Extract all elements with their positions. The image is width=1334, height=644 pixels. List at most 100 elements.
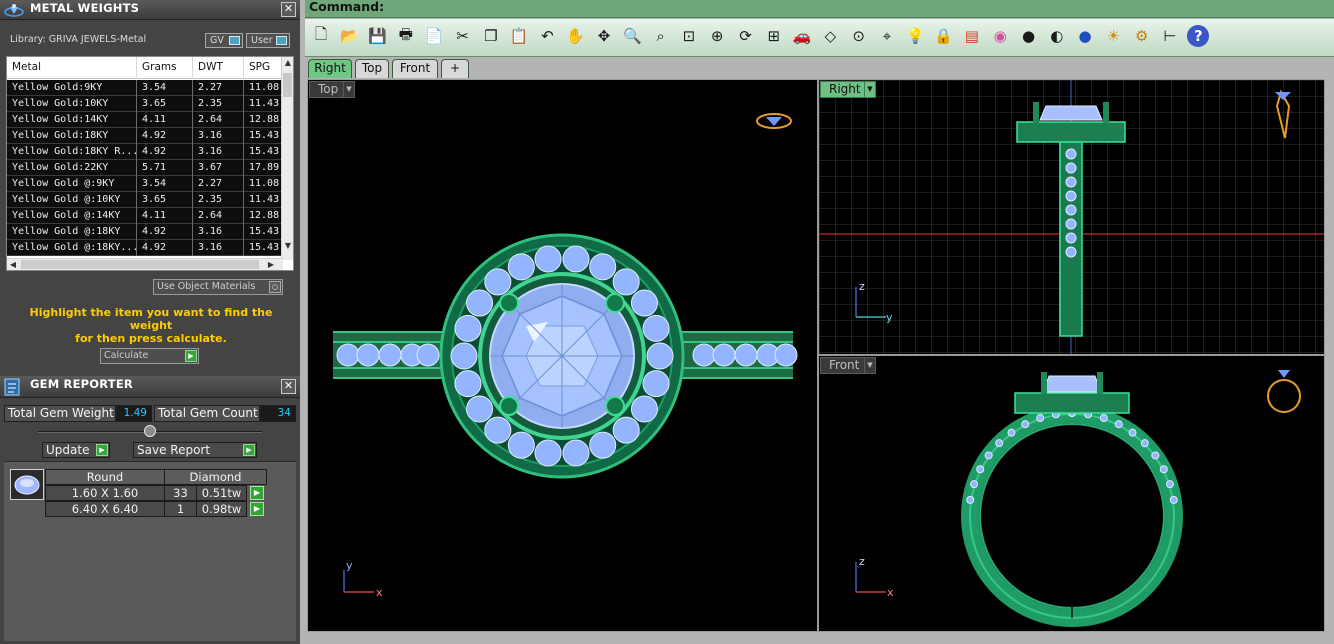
print-icon[interactable]: 🖶 [395,25,417,47]
scroll-up-icon[interactable]: ▲ [282,57,293,69]
cut-icon[interactable]: ✂ [452,25,474,47]
main-toolbar: 🗋 📂 💾 🖶 📄 ✂ ❐ 📋 ↶ ✋ ✥ 🔍 ⌕ ⊡ ⊕ ⟳ ⊞ 🚗 ◇ ⊙ ⌖ 💡 🔒 ▤ ◉ ● ◐ ● ☀ ⚙ ⊢? [305,19,1334,57]
metal-table-hscroll[interactable]: ◀ ▶ [7,258,283,270]
four-viewports-icon[interactable]: ⊞ [763,25,785,47]
dwt-cell: 2.35 [193,192,244,208]
dimension-icon[interactable]: ⊢ [1159,25,1181,47]
save-icon[interactable]: 💾 [367,25,389,47]
layers-icon[interactable]: ▤ [961,25,983,47]
grams-cell: 4.92 [137,224,193,240]
dwt-cell: 3.16 [193,144,244,160]
snap-icon[interactable]: ⊙ [848,25,870,47]
metal-row[interactable]: Yellow Gold @:14KY 4.11 2.64 12.88 [7,208,284,224]
front-viewport-menu-icon[interactable]: ▼ [864,358,875,373]
scroll-right-icon[interactable]: ▶ [265,259,277,270]
front-view-navigator-icon [1267,370,1301,413]
col-spg[interactable]: SPG [244,57,284,79]
zoom-selected-icon[interactable]: ⊕ [706,25,728,47]
zoom-extents-icon[interactable]: ⊡ [678,25,700,47]
metal-row[interactable]: Yellow Gold:18KY R... 4.92 3.16 15.43 [7,144,284,160]
metal-name-cell: Yellow Gold:14KY [7,112,137,128]
user-toggle[interactable]: User [246,33,290,48]
gem-reporter-close-icon[interactable]: ✕ [281,379,296,394]
color-wheel-icon[interactable]: ◉ [989,25,1011,47]
help-icon[interactable]: ? [1187,25,1210,47]
right-viewport-menu-icon[interactable]: ▼ [864,82,875,97]
metal-row[interactable]: Yellow Gold:18KY 4.92 3.16 15.43 [7,128,284,144]
paste-icon[interactable]: 📋 [508,25,530,47]
top-viewport-menu-icon[interactable]: ▼ [343,82,354,97]
gumball-icon[interactable]: ⌖ [876,25,898,47]
metal-row[interactable]: Yellow Gold:9KY 3.54 2.27 11.08 [7,80,284,96]
metal-row[interactable]: Yellow Gold:14KY 4.11 2.64 12.88 [7,112,284,128]
scroll-left-icon[interactable]: ◀ [7,259,19,270]
right-viewport-label[interactable]: Right ▼ [820,81,876,98]
top-axis-x: x [376,586,383,599]
properties-icon[interactable]: 📄 [423,25,445,47]
light-bulb-icon[interactable]: 💡 [904,25,926,47]
metal-row[interactable]: Yellow Gold @:18KY 4.92 3.16 15.43 [7,224,284,240]
new-file-icon[interactable]: 🗋 [310,25,332,47]
tab-front[interactable]: Front [392,59,438,78]
metal-name-cell: Yellow Gold:18KY R... [7,144,137,160]
update-button[interactable]: Update ▶ [42,442,110,458]
plane-icon[interactable]: ◇ [819,25,841,47]
spg-cell: 15.43 [244,144,284,160]
gv-toggle[interactable]: GV [205,33,243,48]
gem-row-select-icon[interactable]: ▶ [250,486,264,500]
gem-weight-cell: 0.98tw [196,501,247,517]
metal-row[interactable]: Yellow Gold:10KY 3.65 2.35 11.43 [7,96,284,112]
zoom-icon[interactable]: 🔍 [621,25,643,47]
dwt-cell: 2.27 [193,176,244,192]
use-object-materials-label: Use Object Materials [157,281,256,292]
scroll-down-icon[interactable]: ▼ [282,240,293,252]
metal-weights-hint: Highlight the item you want to find the … [10,306,292,345]
col-grams[interactable]: Grams [137,57,193,79]
top-viewport-label[interactable]: Top ▼ [309,81,355,98]
rotate-icon[interactable]: ⟳ [735,25,757,47]
front-viewport-label[interactable]: Front ▼ [820,357,876,374]
shaded-sphere-icon[interactable]: ● [1018,25,1040,47]
zoom-window-icon[interactable]: ⌕ [650,25,672,47]
gem-row-select-icon[interactable]: ▶ [250,502,264,516]
car-icon[interactable]: 🚗 [791,25,813,47]
tab-top[interactable]: Top [355,59,389,78]
metal-row[interactable]: Yellow Gold @:18KY... 4.92 3.16 15.43 [7,240,284,256]
undo-icon[interactable]: ↶ [536,25,558,47]
metal-table-body: Yellow Gold:9KY 3.54 2.27 11.08 Yellow Gold:… [7,80,284,256]
right-viewport[interactable]: z y Right ▼ [818,79,1325,355]
update-arrow-icon: ▶ [96,444,108,456]
metal-row[interactable]: Yellow Gold @:10KY 3.65 2.35 11.43 [7,192,284,208]
front-axis-x: x [887,586,894,599]
col-dwt[interactable]: DWT [193,57,244,79]
metal-row[interactable]: Yellow Gold @:9KY 3.54 2.27 11.08 [7,176,284,192]
metal-name-cell: Yellow Gold @:9KY [7,176,137,192]
rotate-view-icon[interactable]: ✥ [593,25,615,47]
metal-table-vscroll[interactable]: ▲ ▼ [281,57,293,260]
command-bar[interactable]: Command: [305,0,1334,18]
main-area: Command: 🗋 📂 💾 🖶 📄 ✂ ❐ 📋 ↶ ✋ ✥ 🔍 ⌕ ⊡ ⊕ ⟳ ⊞ 🚗 ◇ ⊙ ⌖ 💡 🔒 ▤ ◉ ● ◐ ● ☀ ⚙ ⊢… [300,0,1334,644]
add-tab-button[interactable]: + [441,59,469,78]
save-report-button[interactable]: Save Report ▶ [133,442,257,458]
splitter-knob-icon[interactable] [144,425,156,437]
metal-row[interactable]: Yellow Gold:22KY 5.71 3.67 17.89 [7,160,284,176]
lamp-icon[interactable]: ☀ [1102,25,1124,47]
use-object-materials-button[interactable]: Use Object Materials ○ [153,279,283,295]
open-folder-icon[interactable]: 📂 [338,25,360,47]
col-metal[interactable]: Metal [7,57,137,79]
metal-weights-close-icon[interactable]: ✕ [281,2,296,17]
rendered-sphere-icon[interactable]: ◐ [1046,25,1068,47]
copy-icon[interactable]: ❐ [480,25,502,47]
front-viewport[interactable]: z x Front ▼ [818,355,1325,632]
calculate-button[interactable]: Calculate ▶ [100,348,199,364]
tab-right[interactable]: Right [308,59,352,78]
pan-hand-icon[interactable]: ✋ [565,25,587,47]
top-viewport[interactable]: y x Top ▼ [307,79,818,632]
metal-name-cell: Yellow Gold @:18KY [7,224,137,240]
blue-sphere-icon[interactable]: ● [1074,25,1096,47]
settings-gear-icon[interactable]: ⚙ [1131,25,1153,47]
lock-icon[interactable]: 🔒 [933,25,955,47]
dwt-cell: 2.64 [193,208,244,224]
front-axis-z: z [859,555,865,568]
gem-size-cell: 1.60 X 1.60 [45,485,165,501]
